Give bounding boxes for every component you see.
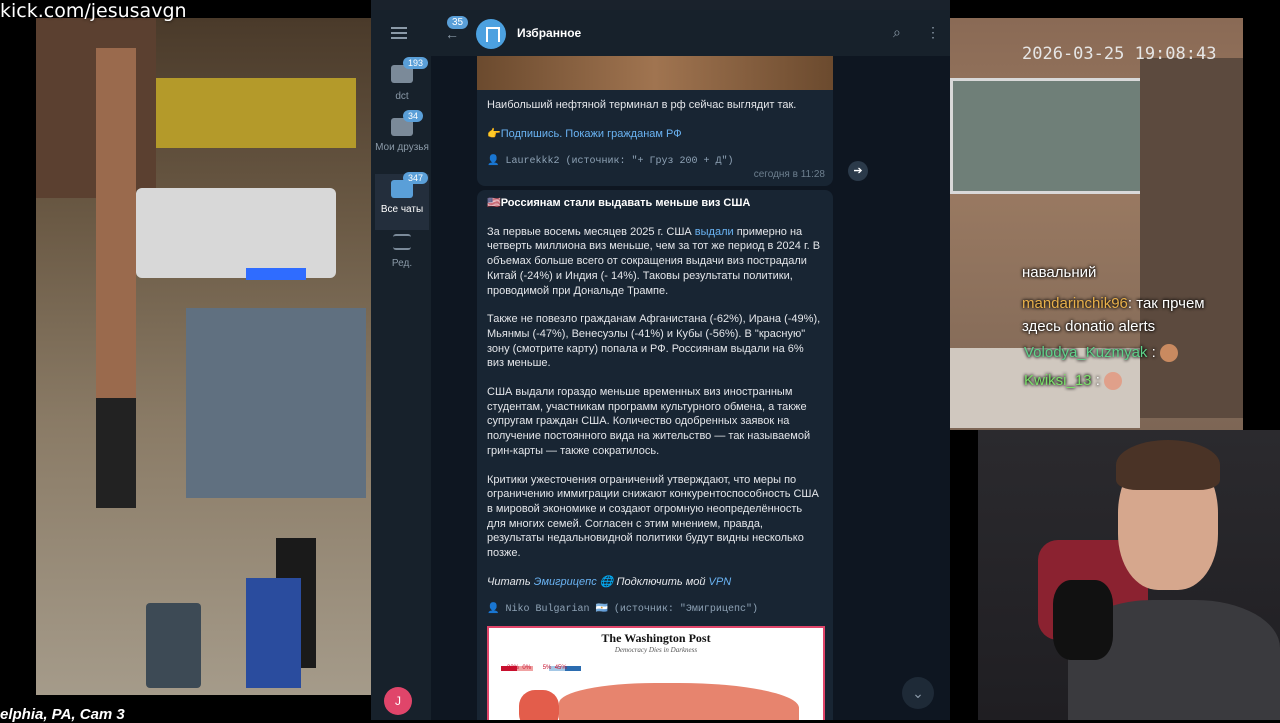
chat-text: навальний	[1022, 264, 1097, 281]
telegram-window: 193 dct 34 Мои друзья 347 Все чаты Ред. …	[371, 0, 950, 720]
legend-label: 0%	[522, 665, 532, 671]
bookmark-icon	[476, 19, 506, 49]
parked-van	[136, 188, 336, 278]
folder-dct[interactable]: 193 dct	[375, 57, 429, 110]
camera-label: elphia, PA, Cam 3	[0, 706, 125, 723]
unread-badge: 193	[403, 57, 429, 69]
chat-message: навальний	[1022, 264, 1096, 281]
newspaper-subtitle: Democracy Dies in Darkness	[614, 646, 698, 654]
building-camera-feed: 2026-03-25 19:08:43 навальний mandarinch…	[950, 18, 1243, 430]
folder-my-friends[interactable]: 34 Мои друзья	[375, 110, 429, 173]
message-bubble: 🇺🇸Россиянам стали выдавать меньше виз СШ…	[477, 190, 833, 720]
chat-username[interactable]: Volodya_Kuzmyak	[1024, 344, 1147, 361]
paragraph-text: Критики ужесточения ограничений утвержда…	[487, 473, 819, 560]
camera-timestamp: 2026-03-25 19:08:43	[1022, 44, 1217, 64]
footer-text: 🌐 Подключить мой	[596, 575, 709, 588]
chat-text: :	[1151, 344, 1156, 361]
folder-label: Все чаты	[380, 204, 424, 215]
message-photo[interactable]	[477, 56, 833, 90]
message-signature: 👤 Laurekkk2 (источник: "+ Груз 200 + Д")	[487, 156, 734, 168]
paragraph-text: За первые восемь месяцев 2025 г. США	[487, 225, 695, 238]
folder-label: dct	[395, 91, 409, 102]
mailbox	[246, 578, 301, 688]
message-signature: 👤 Niko Bulgarian 🇦🇷 (источник: "Эмигрице…	[487, 604, 758, 616]
chat-username[interactable]: mandarinchik96	[1022, 295, 1128, 312]
footer-text: Читать	[487, 575, 534, 588]
menu-icon[interactable]	[391, 27, 407, 39]
chat-title: Избранное	[517, 26, 582, 40]
emote-icon	[1159, 344, 1178, 363]
chat-message: mandarinchik96: так прчем здесь donatio …	[1022, 292, 1242, 338]
back-unread-badge: 35	[447, 16, 469, 29]
window-titlebar	[371, 0, 950, 10]
paragraph-text: США выдали гораздо меньше временных виз …	[487, 386, 811, 457]
message-body: За первые восемь месяцев 2025 г. США выд…	[477, 225, 833, 618]
stream-url: kick.com/jesusavgn	[0, 0, 187, 22]
sliders-icon	[393, 234, 411, 250]
emote-icon	[1104, 372, 1123, 391]
brick-wall	[1140, 58, 1243, 418]
folder-all-chats[interactable]: 347 Все чаты	[375, 172, 429, 230]
chat-username[interactable]: Kwiksi_13	[1024, 372, 1092, 389]
legend-label: 5%	[542, 665, 552, 671]
folder-edit[interactable]: Ред.	[375, 234, 429, 274]
unread-badge: 34	[403, 110, 424, 122]
folder-sidebar: 193 dct 34 Мои друзья 347 Все чаты Ред. …	[371, 10, 431, 720]
map-legend	[501, 658, 589, 671]
streamer-webcam	[978, 430, 1280, 720]
vpn-link[interactable]: VPN	[709, 576, 732, 588]
shop-sign	[156, 78, 356, 148]
more-options-icon[interactable]: ⋮	[926, 24, 940, 41]
police-light	[246, 268, 306, 280]
source-link[interactable]: Эмигрицепс	[534, 576, 597, 588]
message-time: сегодня в 11:28	[753, 169, 825, 180]
scroll-down-button[interactable]: ⌄	[902, 677, 934, 709]
world-map	[519, 690, 559, 720]
user-avatar[interactable]: J	[384, 687, 412, 715]
microphone	[1053, 580, 1113, 660]
legend-label: 45%	[554, 665, 567, 671]
chat-header: ← 35 Избранное ⌕ ⋮	[431, 10, 950, 57]
chat-message: Kwiksi_13 :	[1024, 372, 1123, 391]
building-window	[950, 78, 1146, 194]
inline-link[interactable]: выдали	[695, 226, 734, 238]
subscribe-link[interactable]: 👉Подпишись. Покажи гражданам РФ	[477, 127, 833, 142]
folder-label: Ред.	[391, 258, 413, 269]
street-camera-feed	[36, 18, 371, 695]
legend-label: -33%	[505, 665, 520, 671]
chat-message: Volodya_Kuzmyak :	[1024, 344, 1178, 363]
pedestrian	[96, 398, 136, 508]
message-bubble: Наибольший нефтяной терминал в рф сейчас…	[477, 56, 833, 186]
folder-label: Мои друзья	[375, 142, 429, 153]
fenced-box	[186, 308, 366, 498]
trash-can	[146, 603, 201, 688]
unread-badge: 347	[403, 172, 429, 184]
paragraph-text: Также не повезло гражданам Афганистана (…	[487, 313, 821, 370]
newspaper-title: The Washington Post	[601, 631, 711, 645]
search-icon[interactable]: ⌕	[893, 24, 901, 41]
world-map	[559, 683, 799, 720]
map-image[interactable]: The Washington Post Democracy Dies in Da…	[487, 626, 825, 720]
chat-text: :	[1095, 372, 1100, 389]
brick-pillar	[96, 48, 136, 428]
forward-icon[interactable]: ➔	[848, 161, 868, 181]
message-title: 🇺🇸Россиянам стали выдавать меньше виз СШ…	[487, 197, 751, 209]
streamer-hair	[1116, 440, 1220, 490]
message-text: Наибольший нефтяной терминал в рф сейчас…	[487, 99, 797, 111]
message-list: Наибольший нефтяной терминал в рф сейчас…	[431, 56, 950, 720]
